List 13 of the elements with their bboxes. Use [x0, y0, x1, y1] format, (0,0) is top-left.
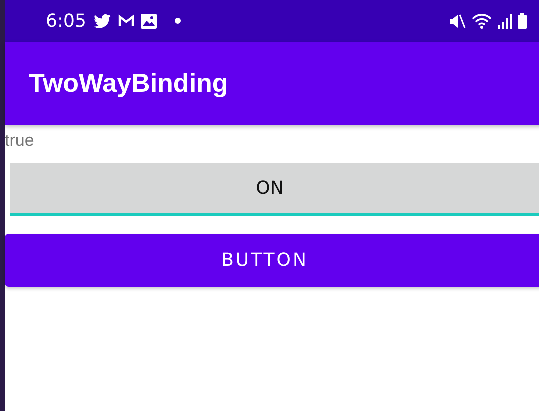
battery-icon [518, 13, 527, 29]
primary-button[interactable]: BUTTON [5, 234, 539, 287]
mail-icon [118, 14, 136, 28]
mute-icon [450, 14, 466, 28]
clock-time: 6:05 [46, 10, 86, 32]
bird-icon [94, 14, 112, 28]
notification-dot-icon [175, 18, 182, 24]
image-icon [141, 14, 158, 28]
app-title: TwoWayBinding [29, 68, 228, 99]
toggle-button[interactable]: ON [10, 163, 539, 216]
bound-value-text: true [5, 130, 36, 152]
signal-icon [498, 14, 512, 28]
wifi-icon [472, 14, 492, 28]
